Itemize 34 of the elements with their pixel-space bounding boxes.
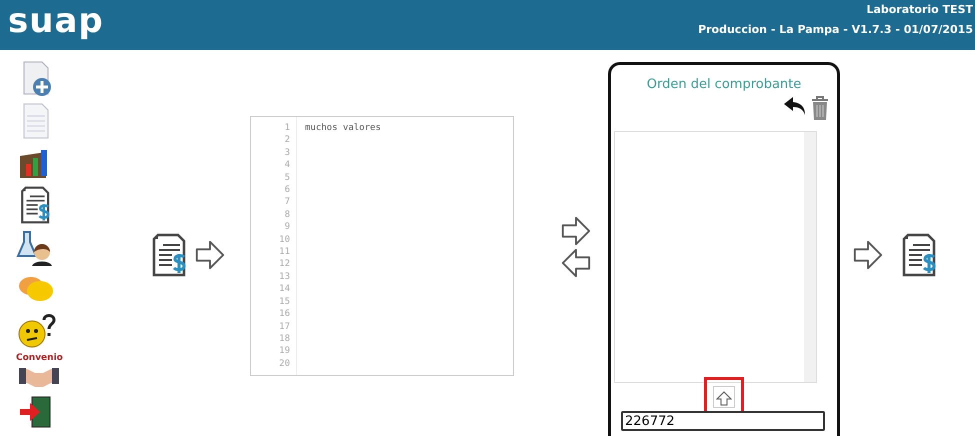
right-arrow-icon[interactable] — [852, 239, 884, 271]
line-number: 6 — [284, 184, 290, 196]
line-number: 16 — [278, 308, 290, 320]
scrollbar[interactable] — [804, 132, 816, 382]
line-number: 17 — [278, 320, 290, 333]
code-input-field[interactable]: 226772 — [621, 411, 825, 431]
line-number: 7 — [284, 196, 290, 209]
line-number: 14 — [278, 283, 290, 296]
panel-title: Orden del comprobante — [646, 76, 802, 94]
right-arrow-icon[interactable] — [560, 215, 592, 247]
code-editor[interactable]: 1 2 3 4 5 6 7 8 9 10 11 12 13 14 15 16 17 18 19 20 muchos valores — [250, 116, 514, 376]
line-number: 9 — [284, 221, 290, 234]
line-number: 5 — [284, 172, 290, 184]
right-arrow-icon[interactable] — [194, 239, 226, 271]
line-number: 20 — [278, 358, 290, 370]
line-number: 3 — [284, 146, 290, 160]
lab-name: Laboratorio TEST — [865, 2, 974, 18]
line-number: 13 — [278, 270, 290, 284]
up-button[interactable] — [713, 386, 735, 408]
line-number: 4 — [284, 159, 290, 172]
left-arrow-icon[interactable] — [560, 247, 592, 279]
line-number: 18 — [278, 332, 290, 346]
line-number: 19 — [278, 345, 290, 358]
version-info: Produccion - La Pampa - V1.7.3 - 01/07/2015 — [698, 22, 974, 38]
line-number: 2 — [284, 134, 290, 147]
editor-line: muchos valores — [305, 122, 382, 134]
line-number: 11 — [278, 246, 290, 258]
line-number: 15 — [278, 296, 290, 308]
logo: suap — [8, 4, 104, 38]
line-number: 1 — [284, 122, 290, 134]
line-number: 8 — [284, 208, 290, 222]
line-number: 12 — [278, 258, 290, 271]
line-number: 10 — [278, 234, 290, 246]
convenio-label: Convenio — [16, 354, 63, 363]
